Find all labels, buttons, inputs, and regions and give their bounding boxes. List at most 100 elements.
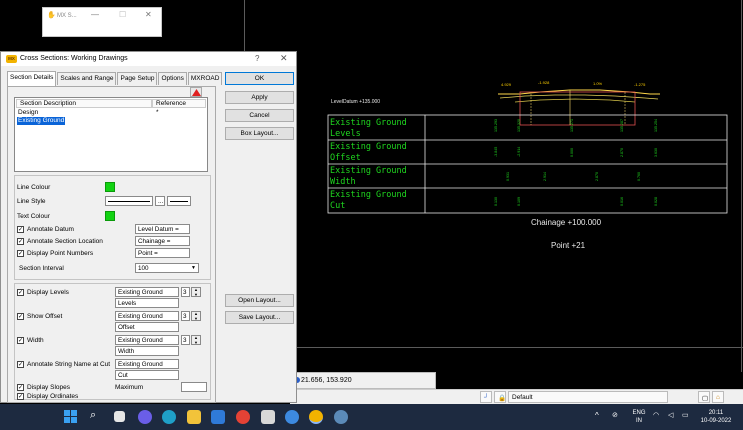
levels-spinner-icon[interactable]: ▲ ▼ bbox=[191, 287, 201, 297]
display-levels-string[interactable]: Existing Ground bbox=[115, 287, 179, 297]
width-checkbox[interactable]: ✓ bbox=[17, 337, 24, 344]
grid-icon[interactable]: ▢ bbox=[698, 391, 710, 403]
annotate-string-name-string[interactable]: Existing Ground bbox=[115, 359, 179, 369]
tab-page-setup[interactable]: Page Setup bbox=[117, 72, 158, 85]
section-interval-dropdown[interactable]: 100 ▼ bbox=[135, 263, 199, 273]
tab-mxroad[interactable]: MXROAD bbox=[187, 72, 223, 85]
chat-icon[interactable] bbox=[138, 410, 152, 424]
svg-text:0.760: 0.760 bbox=[637, 172, 641, 181]
display-ordinates-checkbox[interactable]: ✓ bbox=[17, 393, 24, 400]
close-icon[interactable]: ✕ bbox=[145, 10, 152, 19]
point-numbers-field[interactable]: Point = bbox=[135, 248, 190, 258]
clock[interactable]: 20:11 10-09-2022 bbox=[696, 409, 736, 425]
annotate-string-name-checkbox[interactable]: ✓ bbox=[17, 361, 24, 368]
chainage-label: Chainage +100.000 bbox=[531, 218, 602, 227]
wifi-icon[interactable]: ◠ bbox=[653, 412, 659, 420]
point-numbers-label: Display Point Numbers bbox=[27, 250, 94, 257]
dialog-titlebar[interactable]: MX Cross Sections: Working Drawings ? ✕ bbox=[1, 52, 296, 66]
show-offset-decimals[interactable]: 3 bbox=[181, 311, 190, 321]
display-levels-label: Display Levels bbox=[27, 289, 69, 296]
annotate-location-label: Annotate Section Location bbox=[27, 238, 103, 245]
annotate-location-field[interactable]: Chainage = bbox=[135, 236, 190, 246]
mini-window: ✋ MX S... — ☐ ✕ bbox=[42, 7, 162, 37]
line-style-browse-button[interactable]: ... bbox=[155, 196, 165, 206]
settings-icon[interactable] bbox=[334, 410, 348, 424]
line-style-label: Line Style bbox=[17, 198, 46, 205]
file-explorer-icon[interactable] bbox=[187, 410, 201, 424]
text-colour-swatch[interactable] bbox=[105, 211, 115, 221]
section-interval-label: Section Interval bbox=[19, 265, 64, 272]
box-layout-button[interactable]: Box Layout... bbox=[225, 127, 294, 140]
chevron-up-icon[interactable]: ^ bbox=[595, 412, 599, 420]
close-icon[interactable]: ✕ bbox=[280, 53, 288, 64]
store-icon[interactable] bbox=[211, 410, 225, 424]
width-spinner-icon[interactable]: ▲ ▼ bbox=[191, 335, 201, 345]
tab-section-details[interactable]: Section Details bbox=[7, 71, 57, 86]
show-offset-string[interactable]: Existing Ground bbox=[115, 311, 179, 321]
show-offset-checkbox[interactable]: ✓ bbox=[17, 313, 24, 320]
search-icon[interactable]: ⌕ bbox=[90, 409, 96, 422]
network-off-icon[interactable]: ⊘ bbox=[612, 412, 618, 420]
language-indicator[interactable]: ENG IN bbox=[630, 409, 648, 425]
annotate-datum-checkbox[interactable]: ✓ bbox=[17, 226, 24, 233]
ok-button[interactable]: OK bbox=[225, 72, 294, 85]
section-profile: 4.929 -1.928 1.0% -1.275 bbox=[498, 80, 660, 126]
section-list[interactable]: Section Description Reference Design * E… bbox=[14, 97, 208, 172]
width-title[interactable]: Width bbox=[115, 346, 179, 356]
maximize-icon[interactable]: ☐ bbox=[119, 10, 126, 19]
list-item[interactable]: Design * bbox=[17, 109, 197, 117]
svg-text:135.271: 135.271 bbox=[570, 119, 574, 132]
svg-text:1.0%: 1.0% bbox=[593, 81, 603, 86]
row-cut-label: Existing Ground Cut bbox=[330, 190, 407, 211]
column-header-reference[interactable]: Reference bbox=[152, 99, 206, 108]
width-decimals[interactable]: 3 bbox=[181, 335, 190, 345]
tab-scales-and-range[interactable]: Scales and Range bbox=[57, 72, 117, 85]
tab-options[interactable]: Options bbox=[158, 72, 187, 85]
volume-icon[interactable]: ◁ bbox=[668, 412, 673, 420]
list-item-selected[interactable]: Existing Ground bbox=[17, 117, 66, 125]
dialog-title: Cross Sections: Working Drawings bbox=[20, 55, 128, 62]
display-levels-title[interactable]: Levels bbox=[115, 298, 179, 308]
minimize-icon[interactable]: — bbox=[91, 10, 99, 19]
annotate-datum-field[interactable]: Level Datum = bbox=[135, 224, 190, 234]
line-colour-swatch[interactable] bbox=[105, 182, 115, 192]
svg-text:135.293: 135.293 bbox=[494, 119, 498, 132]
annotate-string-name-label: Annotate String Name at Cut bbox=[27, 361, 111, 368]
maximum-field[interactable] bbox=[181, 382, 207, 392]
svg-text:-1.928: -1.928 bbox=[538, 80, 550, 85]
column-header-description[interactable]: Section Description bbox=[16, 99, 152, 108]
snap-icon[interactable]: ┘ bbox=[480, 391, 492, 403]
chrome-icon[interactable] bbox=[236, 410, 250, 424]
display-levels-checkbox[interactable]: ✓ bbox=[17, 289, 24, 296]
open-layout-button[interactable]: Open Layout... bbox=[225, 294, 294, 307]
cancel-button[interactable]: Cancel bbox=[225, 109, 294, 122]
warning-icon[interactable] bbox=[190, 87, 202, 97]
gear-app-icon[interactable] bbox=[285, 410, 299, 424]
apply-button[interactable]: Apply bbox=[225, 91, 294, 104]
offset-spinner-icon[interactable]: ▲ ▼ bbox=[191, 311, 201, 321]
lock-icon[interactable]: 🔒 bbox=[494, 391, 506, 403]
annotate-location-checkbox[interactable]: ✓ bbox=[17, 238, 24, 245]
save-layout-button[interactable]: Save Layout... bbox=[225, 311, 294, 324]
svg-text:2.870: 2.870 bbox=[620, 148, 624, 157]
width-string[interactable]: Existing Ground bbox=[115, 335, 179, 345]
mx-taskbar-icon[interactable] bbox=[309, 410, 323, 424]
display-slopes-checkbox[interactable]: ✓ bbox=[17, 384, 24, 391]
show-offset-label: Show Offset bbox=[27, 313, 63, 320]
table-tick-values: 135.293 135.320 135.271 135.287 135.254 … bbox=[494, 119, 658, 206]
svg-text:0.109: 0.109 bbox=[517, 197, 521, 206]
point-numbers-checkbox[interactable]: ✓ bbox=[17, 250, 24, 257]
annotate-string-name-title[interactable]: Cut bbox=[115, 370, 179, 380]
help-icon[interactable]: ? bbox=[255, 54, 259, 63]
line-style-field[interactable] bbox=[105, 196, 153, 206]
display-levels-decimals[interactable]: 3 bbox=[181, 287, 190, 297]
home-icon[interactable]: ⌂ bbox=[712, 391, 724, 403]
battery-icon[interactable]: ▭ bbox=[682, 412, 689, 420]
windows-start-icon[interactable] bbox=[64, 410, 77, 423]
app-icon[interactable] bbox=[261, 410, 275, 424]
svg-text:135.320: 135.320 bbox=[517, 119, 521, 132]
task-view-icon[interactable] bbox=[114, 411, 125, 422]
edge-icon[interactable] bbox=[162, 410, 176, 424]
layer-field[interactable]: Default bbox=[508, 391, 668, 403]
show-offset-title[interactable]: Offset bbox=[115, 322, 179, 332]
